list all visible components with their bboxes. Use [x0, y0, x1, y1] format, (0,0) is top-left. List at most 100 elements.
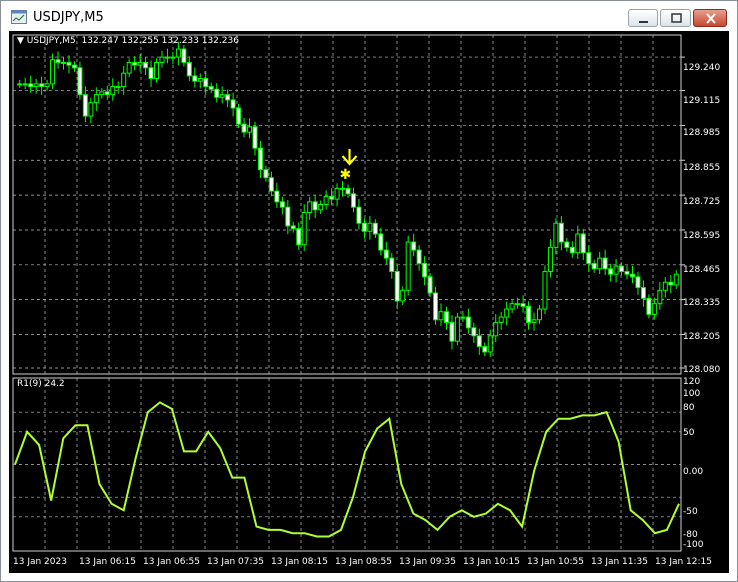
- candle-body: [427, 276, 433, 294]
- candle-body: [553, 222, 559, 248]
- candle-body: [66, 61, 72, 66]
- indicator-tick: 80: [683, 403, 695, 413]
- ohlc-values: 132.247 132.255 132.233 132.236: [81, 36, 239, 46]
- candle-body: [257, 147, 263, 171]
- candle-body: [482, 346, 488, 353]
- indicator-tick: -80: [683, 530, 698, 540]
- candle-body: [323, 195, 329, 205]
- candle-body: [569, 246, 575, 254]
- candle-body: [389, 257, 395, 273]
- candle-body: [159, 56, 165, 63]
- candle-body: [471, 327, 477, 337]
- candle-body: [296, 228, 302, 246]
- candle-body: [411, 241, 417, 251]
- candle-body: [192, 75, 198, 82]
- time-tick: 13 Jan 11:35: [591, 557, 648, 567]
- candle-body: [608, 268, 614, 275]
- maximize-button[interactable]: [660, 9, 691, 27]
- candle-body: [487, 335, 493, 353]
- candle-body: [629, 273, 635, 278]
- candle-body: [88, 102, 94, 117]
- minimize-icon: [639, 21, 648, 23]
- time-tick: 13 Jan 12:15: [655, 557, 712, 567]
- dropdown-triangle-icon[interactable]: ▼: [17, 36, 27, 46]
- price-tick: 128.985: [683, 128, 721, 138]
- candle-body: [44, 83, 50, 88]
- price-tick: 128.725: [683, 197, 721, 207]
- candle-body: [394, 271, 400, 302]
- candle-body: [526, 305, 532, 323]
- close-icon: [706, 13, 716, 24]
- candle-body: [624, 271, 630, 275]
- candle-body: [77, 67, 83, 96]
- price-tick: 128.335: [683, 298, 721, 308]
- candle-body: [597, 257, 603, 270]
- candle-body: [219, 94, 225, 98]
- candle-body: [268, 177, 274, 192]
- candle-body: [558, 222, 564, 243]
- candle-body: [263, 169, 269, 179]
- window-title: USDJPY,M5: [33, 10, 104, 25]
- candle-body: [285, 206, 291, 227]
- candle-body: [148, 67, 154, 80]
- candle-body: [334, 187, 340, 200]
- candle-body: [438, 311, 444, 321]
- indicator-tick: 100: [683, 389, 701, 399]
- candle-body: [143, 61, 149, 69]
- chart-window-icon: [11, 10, 27, 24]
- time-tick: 13 Jan 08:15: [271, 557, 328, 567]
- candle-body: [55, 59, 61, 63]
- price-tick: 128.465: [683, 265, 721, 275]
- title-bar[interactable]: USDJPY,M5: [1, 1, 737, 31]
- time-tick: 13 Jan 09:35: [399, 557, 456, 567]
- candle-body: [668, 281, 674, 286]
- time-tick: 13 Jan 2023: [13, 557, 67, 567]
- candle-body: [175, 48, 181, 58]
- candle-body: [252, 126, 258, 149]
- candle-body: [619, 265, 625, 273]
- candle-body: [312, 201, 318, 211]
- candle-body: [383, 249, 389, 259]
- indicator-tick: -50: [683, 507, 698, 517]
- price-tick: 128.205: [683, 332, 721, 342]
- candle-body: [39, 83, 45, 88]
- candle-body: [580, 233, 586, 254]
- candle-body: [657, 289, 663, 305]
- close-button[interactable]: [693, 9, 727, 27]
- time-tick: 13 Jan 10:55: [527, 557, 584, 567]
- candle-body: [493, 321, 499, 337]
- candle-body: [433, 292, 439, 321]
- minimize-button[interactable]: [628, 9, 658, 27]
- chart-area[interactable]: ✱ ▼ USDJPY,M5 132.247 132.255 132.233 13…: [9, 31, 729, 573]
- chart-window: USDJPY,M5 ✱ ▼ USDJPY,M5 132.247 132.255 …: [0, 0, 738, 582]
- candle-body: [121, 72, 127, 88]
- candle-body: [547, 246, 553, 273]
- candle-body: [154, 61, 160, 80]
- price-tick: 129.240: [683, 63, 721, 73]
- candle-body: [214, 88, 220, 98]
- candle-body: [340, 187, 346, 190]
- candle-body: [301, 212, 307, 246]
- candle-body: [225, 94, 231, 101]
- candle-body: [640, 287, 646, 299]
- candle-body: [361, 222, 367, 232]
- candle-body: [564, 241, 570, 248]
- candle-body: [22, 83, 28, 86]
- candle-body: [170, 56, 176, 59]
- candle-body: [186, 61, 192, 77]
- candle-body: [356, 206, 362, 224]
- chart-canvas[interactable]: ✱: [9, 31, 729, 573]
- symbol-label: USDJPY,M5: [26, 36, 76, 46]
- candle-body: [454, 316, 460, 342]
- candle-body: [416, 249, 422, 264]
- candle-body: [476, 335, 482, 348]
- candle-body: [28, 83, 34, 88]
- indicator-tick: 50: [683, 428, 695, 438]
- candle-body: [350, 193, 356, 208]
- indicator-tick: -100: [683, 540, 704, 550]
- candle-body: [586, 252, 592, 264]
- candle-body: [591, 262, 597, 270]
- candle-body: [126, 61, 132, 74]
- price-tick: 128.855: [683, 163, 721, 173]
- symbol-header: ▼ USDJPY,M5 132.247 132.255 132.233 132.…: [17, 36, 239, 46]
